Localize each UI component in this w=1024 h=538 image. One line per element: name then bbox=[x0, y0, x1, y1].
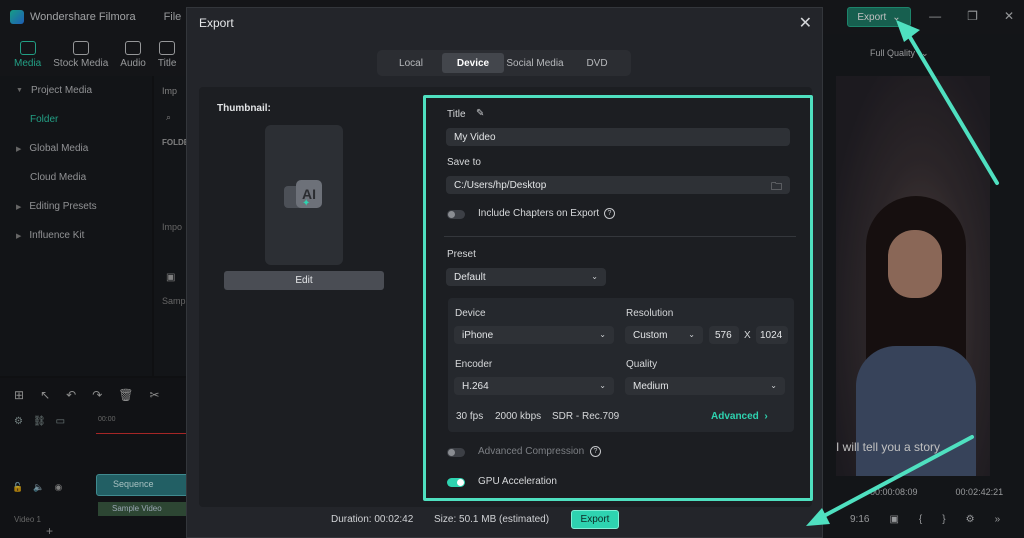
advanced-compression-label: Advanced Compression bbox=[478, 446, 585, 457]
advanced-compression-toggle[interactable] bbox=[447, 448, 465, 457]
ai-pen-icon[interactable]: ✎ bbox=[476, 108, 484, 119]
quality-dropdown[interactable]: Medium ⌄ bbox=[625, 377, 785, 395]
title-input-value: My Video bbox=[454, 131, 496, 143]
resolution-value: Custom bbox=[633, 329, 668, 341]
resolution-label: Resolution bbox=[626, 308, 674, 319]
folder-icon[interactable]: 🗀 bbox=[771, 178, 782, 197]
preset-value: Default bbox=[454, 271, 486, 283]
device-value: iPhone bbox=[462, 329, 494, 341]
help-icon[interactable]: ? bbox=[604, 208, 615, 219]
tab-social-media[interactable]: Social Media bbox=[504, 53, 566, 73]
export-tabs: Local Device Social Media DVD bbox=[377, 50, 631, 76]
chevron-down-icon: ⌄ bbox=[591, 272, 598, 281]
quality-value: Medium bbox=[633, 380, 669, 392]
encoder-value: H.264 bbox=[462, 380, 489, 392]
save-to-value: C:/Users/hp/Desktop bbox=[454, 179, 547, 191]
include-chapters-label: Include Chapters on Export bbox=[478, 208, 600, 219]
height-input[interactable]: 1024 bbox=[756, 326, 788, 344]
thumbnail-label: Thumbnail: bbox=[217, 103, 271, 114]
device-label: Device bbox=[455, 308, 486, 319]
include-chapters-toggle[interactable] bbox=[447, 210, 465, 219]
resolution-select[interactable]: Custom ⌄ bbox=[625, 326, 703, 344]
width-value: 576 bbox=[715, 329, 732, 341]
encoder-label: Encoder bbox=[455, 359, 493, 370]
chevron-down-icon: ⌄ bbox=[599, 330, 606, 339]
tab-device[interactable]: Device bbox=[442, 53, 504, 73]
advanced-label: Advanced bbox=[711, 411, 759, 422]
save-to-input[interactable]: C:/Users/hp/Desktop 🗀 bbox=[446, 176, 790, 194]
export-content: Thumbnail: AI ✦ Edit Title ✎ My Video Sa… bbox=[199, 87, 813, 507]
advanced-link[interactable]: Advanced › bbox=[711, 411, 768, 422]
export-dialog: Export ✕ Local Device Social Media DVD T… bbox=[186, 7, 823, 538]
chevron-down-icon: ⌄ bbox=[770, 381, 777, 390]
dialog-title: Export bbox=[199, 16, 234, 30]
dimension-separator: X bbox=[744, 330, 751, 341]
thumbnail-preview[interactable]: AI ✦ bbox=[265, 125, 343, 265]
gpu-acceleration-label: GPU Acceleration bbox=[478, 476, 557, 487]
fps-readout: 30 fps bbox=[456, 411, 484, 422]
encoder-select[interactable]: H.264 ⌄ bbox=[454, 377, 614, 395]
save-to-label: Save to bbox=[447, 157, 481, 168]
bitrate-readout: 2000 kbps bbox=[495, 411, 542, 422]
preset-label: Preset bbox=[447, 249, 476, 260]
gpu-acceleration-toggle[interactable] bbox=[447, 478, 465, 487]
chevron-down-icon: ⌄ bbox=[688, 330, 695, 339]
height-value: 1024 bbox=[760, 329, 783, 341]
device-settings-panel: Device iPhone ⌄ Resolution Custom ⌄ 576 … bbox=[448, 298, 794, 432]
size-readout: Size: 50.1 MB (estimated) bbox=[434, 514, 550, 525]
width-input[interactable]: 576 bbox=[709, 326, 739, 344]
title-input[interactable]: My Video bbox=[446, 128, 790, 146]
ai-thumbnail-icon: AI ✦ bbox=[284, 180, 324, 210]
device-select[interactable]: iPhone ⌄ bbox=[454, 326, 614, 344]
title-label: Title bbox=[447, 109, 466, 120]
help-icon[interactable]: ? bbox=[590, 446, 601, 457]
color-space-readout: SDR - Rec.709 bbox=[552, 411, 620, 422]
duration-readout: Duration: 00:02:42 bbox=[331, 514, 414, 525]
chevron-down-icon: ⌄ bbox=[599, 381, 606, 390]
divider bbox=[444, 236, 796, 237]
chevron-right-icon: › bbox=[761, 411, 768, 422]
edit-thumbnail-button[interactable]: Edit bbox=[224, 271, 384, 290]
quality-label: Quality bbox=[626, 359, 658, 370]
tab-local[interactable]: Local bbox=[380, 53, 442, 73]
sparkle-icon: ✦ bbox=[302, 198, 311, 209]
export-button[interactable]: Export bbox=[571, 510, 619, 529]
preset-select[interactable]: Default ⌄ bbox=[446, 268, 606, 286]
close-icon[interactable]: ✕ bbox=[799, 13, 812, 33]
export-settings-highlight: Title ✎ My Video Save to C:/Users/hp/Des… bbox=[423, 95, 813, 501]
tab-dvd[interactable]: DVD bbox=[566, 53, 628, 73]
